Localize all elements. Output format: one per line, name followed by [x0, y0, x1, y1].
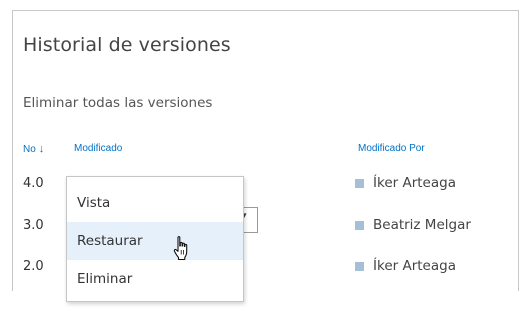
column-header-modified[interactable]: Modificado: [74, 143, 122, 154]
version-cell[interactable]: 4.0: [23, 176, 44, 191]
column-header-modified-by[interactable]: Modificado Por: [358, 143, 425, 154]
user-presence-icon: [355, 178, 364, 188]
column-header-no[interactable]: No ↓: [23, 143, 44, 155]
modified-by-name: Beatriz Melgar: [373, 217, 471, 233]
user-presence-icon: [355, 261, 364, 271]
version-cell[interactable]: 3.0: [23, 218, 44, 233]
version-cell[interactable]: 2.0: [23, 259, 44, 274]
menu-item-restaurar[interactable]: Restaurar: [67, 222, 243, 260]
modified-by-cell[interactable]: Íker Arteaga: [355, 175, 456, 191]
hand-pointer-icon: [173, 236, 188, 261]
modified-by-name: Íker Arteaga: [373, 175, 456, 191]
dialog-title: Historial de versiones: [23, 34, 231, 56]
version-context-menu: Vista Restaurar Eliminar: [66, 176, 244, 302]
modified-by-cell[interactable]: Beatriz Melgar: [355, 217, 471, 233]
menu-item-vista[interactable]: Vista: [67, 184, 243, 222]
modified-by-cell[interactable]: Íker Arteaga: [355, 258, 456, 274]
modified-by-name: Íker Arteaga: [373, 258, 456, 274]
column-no-label: No: [23, 144, 36, 155]
arrow-down-icon: ↓: [38, 143, 45, 155]
delete-all-versions-link[interactable]: Eliminar todas las versiones: [23, 95, 212, 111]
menu-item-eliminar[interactable]: Eliminar: [67, 260, 243, 298]
user-presence-icon: [355, 220, 364, 230]
